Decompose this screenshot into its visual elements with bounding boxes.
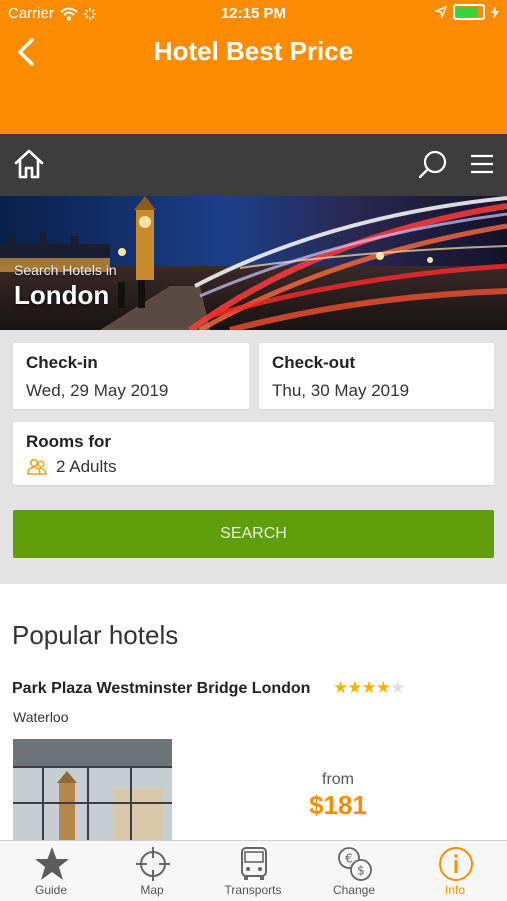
hotel-area: Waterloo: [13, 709, 69, 725]
clock: 12:15 PM: [220, 5, 287, 22]
search-button[interactable]: SEARCH: [13, 510, 494, 558]
price-from-label: from: [322, 771, 354, 788]
star-filled-icon: ★: [361, 678, 377, 697]
battery-icon: [453, 4, 485, 20]
menu-icon[interactable]: [469, 152, 495, 176]
page-title: Hotel Best Price: [153, 36, 354, 66]
checkin-value: Wed, 29 May 2019: [26, 381, 169, 400]
bus-icon: [241, 847, 267, 880]
search-icon[interactable]: [417, 149, 449, 181]
hero-subtitle: Search Hotels in: [14, 262, 117, 278]
tab-label: Info: [444, 883, 465, 897]
star-filled-icon: ★: [347, 678, 362, 697]
tab-transports[interactable]: Transports: [203, 841, 303, 901]
checkin-label: Check-in: [26, 353, 98, 372]
charging-bolt-icon: [491, 5, 499, 19]
hero-city: London: [14, 280, 110, 310]
tab-guide[interactable]: Guide: [1, 841, 101, 901]
rooms-label: Rooms for: [26, 432, 111, 451]
adults-icon: [27, 458, 47, 475]
tab-label: Change: [332, 883, 376, 897]
tab-change[interactable]: € $ Change: [304, 841, 404, 901]
star-filled-icon: ★: [375, 678, 391, 697]
star-rating: ★★★★★: [333, 678, 405, 698]
star-icon: [35, 847, 69, 880]
app-header: Hotel Best Price: [0, 28, 507, 134]
tab-map[interactable]: Map: [102, 841, 202, 901]
tab-label: Transports: [224, 883, 282, 897]
checkout-label: Check-out: [272, 353, 356, 372]
search-form: Check-in Wed, 29 May 2019 Check-out Thu,…: [0, 330, 507, 584]
tab-info[interactable]: Info: [405, 841, 505, 901]
checkin-field[interactable]: Check-in Wed, 29 May 2019: [13, 343, 249, 409]
hotel-price: $181: [309, 790, 367, 820]
checkout-field[interactable]: Check-out Thu, 30 May 2019: [259, 343, 494, 409]
tab-label: Map: [140, 883, 164, 897]
star-filled-icon: ★: [333, 678, 348, 697]
svg-text:€: €: [345, 852, 353, 866]
info-icon: [439, 847, 473, 881]
star-empty-icon: ★: [390, 678, 405, 697]
crosshair-icon: [136, 847, 170, 881]
hero-banner: Search Hotels in London: [0, 196, 507, 330]
hotel-photo[interactable]: [13, 739, 172, 840]
rooms-value: 2 Adults: [56, 457, 117, 476]
bottom-tab-bar: Guide Map Transports € $ Change Info: [0, 840, 507, 901]
popular-hotels-section: Popular hotels Park Plaza Westminster Br…: [0, 584, 507, 840]
rooms-field[interactable]: Rooms for 2 Adults: [13, 422, 494, 485]
status-bar: Carrier 12:15 PM: [0, 0, 507, 28]
location-arrow-icon: [435, 6, 447, 18]
home-icon[interactable]: [13, 148, 45, 180]
svg-text:$: $: [357, 864, 365, 878]
tab-label: Guide: [34, 883, 68, 897]
currency-exchange-icon: € $: [338, 847, 372, 881]
hotel-name[interactable]: Park Plaza Westminster Bridge London: [12, 680, 310, 698]
nav-toolbar: [0, 134, 507, 196]
section-title: Popular hotels: [12, 620, 179, 650]
checkout-value: Thu, 30 May 2019: [272, 381, 410, 400]
